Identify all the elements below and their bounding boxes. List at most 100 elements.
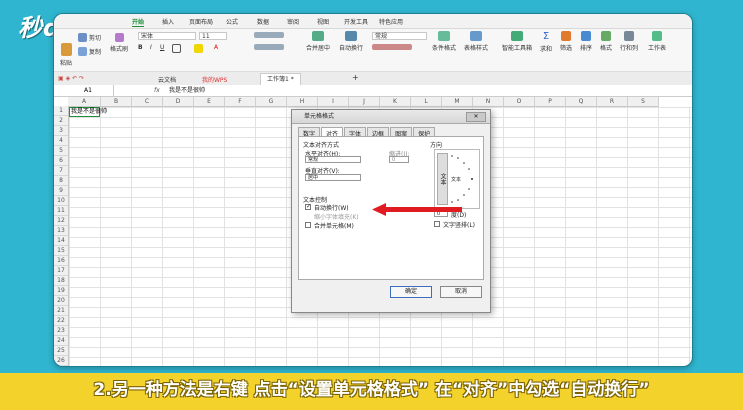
underline-button[interactable]: U (160, 44, 164, 51)
menu-formula[interactable]: 公式 (226, 17, 238, 26)
close-icon[interactable]: ✕ (466, 112, 486, 122)
column-header-m[interactable]: M (442, 97, 473, 106)
vertical-select[interactable]: 居中 (305, 174, 361, 181)
italic-button[interactable]: I (150, 44, 152, 51)
menu-home[interactable]: 开始 (132, 17, 145, 27)
row-header-15[interactable]: 15 (54, 246, 68, 256)
column-header-l[interactable]: L (411, 97, 442, 106)
copy-button[interactable]: 复制 (78, 47, 101, 56)
row-header-26[interactable]: 26 (54, 356, 68, 366)
row-header-22[interactable]: 22 (54, 316, 68, 326)
new-tab-button[interactable]: + (352, 73, 359, 82)
row-header-13[interactable]: 13 (54, 226, 68, 236)
column-header-q[interactable]: Q (566, 97, 597, 106)
filter-button[interactable]: 筛选 (560, 31, 572, 52)
bold-button[interactable]: B (138, 44, 143, 51)
menu-developer[interactable]: 开发工具 (344, 17, 368, 26)
merge-center-button[interactable]: 合并居中 (306, 31, 330, 52)
column-header-n[interactable]: N (473, 97, 504, 106)
row-header-20[interactable]: 20 (54, 296, 68, 306)
fx-icon[interactable]: fx (154, 85, 160, 96)
row-header-12[interactable]: 12 (54, 216, 68, 226)
row-header-9[interactable]: 9 (54, 186, 68, 196)
number-format-select[interactable]: 常规 (372, 32, 427, 40)
cell-a1[interactable]: 我是不是很帅 (69, 107, 107, 117)
formula-input[interactable]: 我是不是很帅 (169, 85, 205, 96)
horizontal-select[interactable]: 常规 (305, 156, 361, 163)
cancel-button[interactable]: 取消 (440, 286, 482, 298)
row-header-21[interactable]: 21 (54, 306, 68, 316)
fill-color-button[interactable] (194, 44, 203, 53)
smart-toolbox-button[interactable]: 智能工具箱 (502, 31, 532, 52)
column-header-s[interactable]: S (628, 97, 659, 106)
sum-button[interactable]: Σ 求和 (540, 31, 552, 53)
column-header-h[interactable]: H (287, 97, 318, 106)
row-header-5[interactable]: 5 (54, 146, 68, 156)
column-header-d[interactable]: D (163, 97, 194, 106)
wrap-text-checkbox[interactable]: ✓ (305, 204, 311, 210)
column-header-g[interactable]: G (256, 97, 287, 106)
column-header-p[interactable]: P (535, 97, 566, 106)
column-header-i[interactable]: I (318, 97, 349, 106)
row-header-14[interactable]: 14 (54, 236, 68, 246)
column-header-k[interactable]: K (380, 97, 411, 106)
cut-button[interactable]: 剪切 (78, 33, 101, 42)
align-buttons[interactable] (254, 32, 284, 38)
menu-review[interactable]: 审阅 (287, 17, 299, 26)
wrap-text-button[interactable]: 自动换行 (339, 31, 363, 52)
align-buttons-2[interactable] (254, 44, 284, 50)
row-header-17[interactable]: 17 (54, 266, 68, 276)
format-painter-button[interactable]: 格式刷 (110, 33, 128, 53)
font-select[interactable]: 宋体 (138, 32, 196, 40)
row-header-25[interactable]: 25 (54, 346, 68, 356)
row-header-19[interactable]: 19 (54, 286, 68, 296)
indent-stepper[interactable]: 0 (389, 156, 409, 163)
column-header-b[interactable]: B (101, 97, 132, 106)
row-header-4[interactable]: 4 (54, 136, 68, 146)
sort-button[interactable]: 排序 (580, 31, 592, 52)
column-header-j[interactable]: J (349, 97, 380, 106)
row-header-24[interactable]: 24 (54, 336, 68, 346)
worksheet-button[interactable]: 工作表 (648, 31, 666, 52)
row-header-18[interactable]: 18 (54, 276, 68, 286)
row-header-2[interactable]: 2 (54, 116, 68, 126)
border-button[interactable] (172, 44, 181, 53)
quick-access-icons[interactable]: ▣ ◈ ↶ ↷ (58, 75, 84, 82)
row-header-11[interactable]: 11 (54, 206, 68, 216)
row-header-7[interactable]: 7 (54, 166, 68, 176)
row-header-16[interactable]: 16 (54, 256, 68, 266)
row-header-3[interactable]: 3 (54, 126, 68, 136)
name-box[interactable]: A1 (54, 85, 114, 96)
menu-special[interactable]: 特色应用 (379, 17, 403, 26)
row-header-8[interactable]: 8 (54, 176, 68, 186)
menu-page-layout[interactable]: 页面布局 (189, 17, 213, 26)
table-style-button[interactable]: 表格样式 (464, 31, 488, 52)
merge-cells-checkbox[interactable] (305, 222, 311, 228)
column-header-f[interactable]: F (225, 97, 256, 106)
menu-view[interactable]: 视图 (317, 17, 329, 26)
row-header-6[interactable]: 6 (54, 156, 68, 166)
column-header-c[interactable]: C (132, 97, 163, 106)
vertical-text-sample[interactable]: 文本 (437, 153, 448, 205)
column-header-r[interactable]: R (597, 97, 628, 106)
column-header-e[interactable]: E (194, 97, 225, 106)
row-col-button[interactable]: 行和列 (620, 31, 638, 52)
column-header-a[interactable]: A (68, 97, 101, 106)
menu-insert[interactable]: 插入 (162, 17, 174, 26)
tab-workbook[interactable]: 工作簿1 * (260, 73, 301, 85)
cond-format-button[interactable]: 条件格式 (432, 31, 456, 52)
menu-data[interactable]: 数据 (257, 17, 269, 26)
tab-my-wps[interactable]: 我的WPS (202, 75, 227, 84)
column-header-o[interactable]: O (504, 97, 535, 106)
paste-button[interactable]: 粘贴 (60, 43, 72, 67)
vertical-text-checkbox[interactable] (434, 221, 440, 227)
format-button[interactable]: 格式 (600, 31, 612, 52)
orientation-box[interactable]: 文本 文本 (434, 149, 480, 209)
row-header-1[interactable]: 1 (54, 106, 68, 116)
number-buttons[interactable] (372, 44, 412, 50)
ok-button[interactable]: 确定 (390, 286, 432, 298)
tab-cloud-docs[interactable]: 云文档 (158, 75, 176, 84)
font-color-button[interactable]: A (214, 44, 218, 51)
row-header-23[interactable]: 23 (54, 326, 68, 336)
row-header-10[interactable]: 10 (54, 196, 68, 206)
